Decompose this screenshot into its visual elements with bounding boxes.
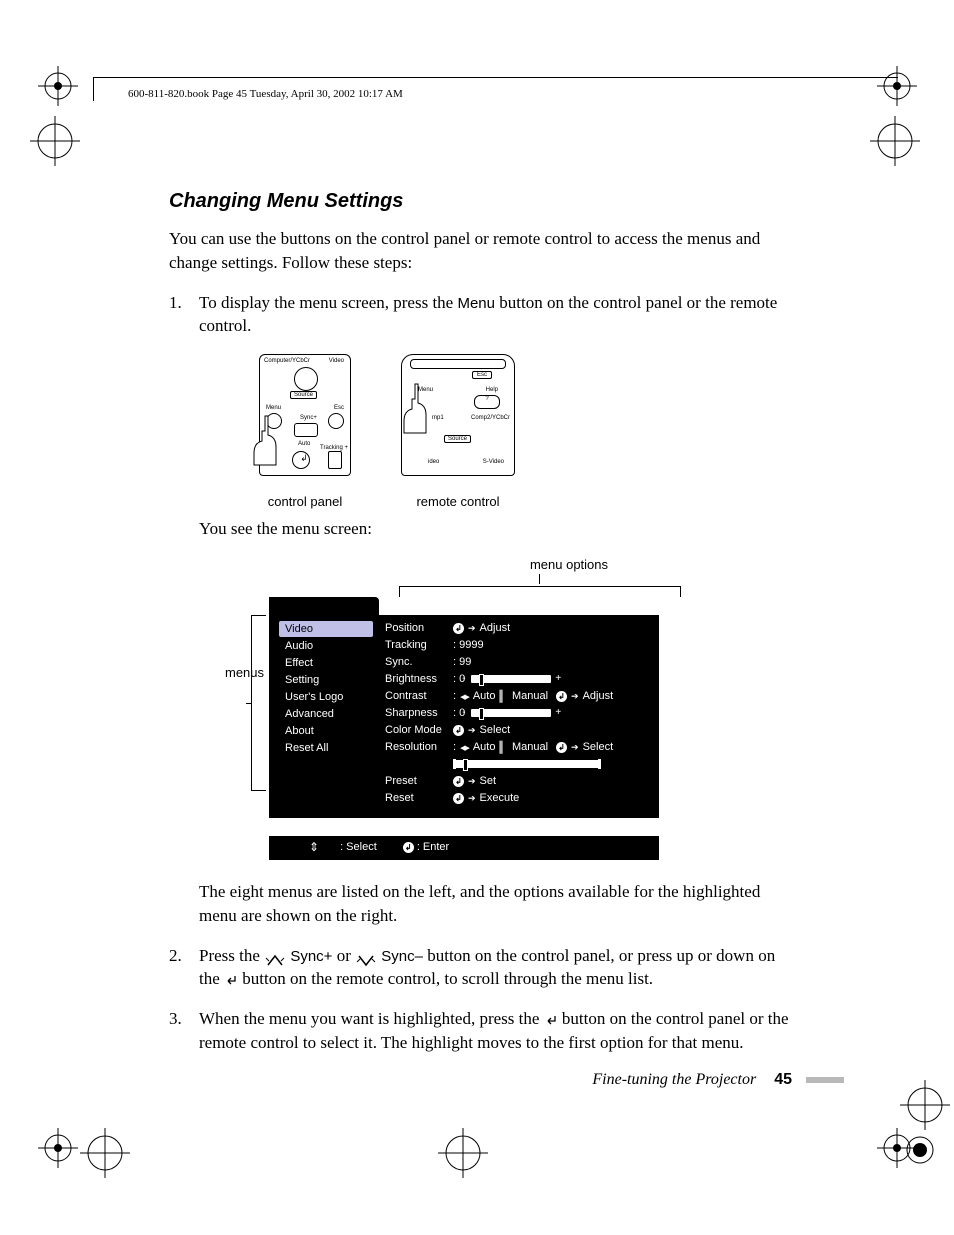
page-number: 45 xyxy=(774,1071,792,1088)
book-header: 600-811-820.book Page 45 Tuesday, April … xyxy=(128,88,403,100)
updown-icon xyxy=(309,840,322,854)
enter-icon xyxy=(556,742,567,753)
keystone-icon xyxy=(328,451,342,469)
page-footer: Fine-tuning the Projector 45 xyxy=(592,1071,844,1089)
sync-up-icon xyxy=(264,950,286,964)
crop-mark-icon xyxy=(38,66,78,106)
frame-line xyxy=(93,77,898,78)
menu-option-row: Preset Set xyxy=(385,774,649,789)
enter-icon xyxy=(556,691,567,702)
menu-option-row: Tracking: 9999 xyxy=(385,638,649,653)
you-see-text: You see the menu screen: xyxy=(199,517,789,541)
step-number: 3. xyxy=(169,1007,199,1055)
remote-control-figure: Esc Menu Help ? mp1 Comp2/YCbCr Source i… xyxy=(401,354,515,509)
step-1-text: To display the menu screen, press the Me… xyxy=(199,291,789,339)
menu-options-callout: menu options xyxy=(409,557,729,572)
paragraph-2: The eight menus are listed on the left, … xyxy=(199,880,789,928)
step-2-text: Press the Sync+ or Sync– button on the c… xyxy=(199,944,789,992)
control-panel-caption: control panel xyxy=(259,494,351,509)
menu-item: About xyxy=(279,723,373,739)
menu-option-row: Resolution:Auto ▍ Manual Select xyxy=(385,740,649,755)
enter-icon xyxy=(453,776,464,787)
menu-item: User's Logo xyxy=(279,689,373,705)
hand-pointer-icon xyxy=(398,381,432,437)
crop-mark-icon xyxy=(877,66,917,106)
step-3-text: When the menu you want is highlighted, p… xyxy=(199,1007,789,1055)
enter-icon xyxy=(453,623,464,634)
control-panel-figure: Computer/YCbCr Video Source Menu Esc Syn… xyxy=(259,354,351,509)
menu-item: Advanced xyxy=(279,706,373,722)
menu-item: Effect xyxy=(279,655,373,671)
crop-mark-icon xyxy=(438,1128,488,1178)
section-title: Changing Menu Settings xyxy=(169,190,789,213)
menu-item: Video xyxy=(279,621,373,637)
crop-mark-icon xyxy=(38,1128,78,1168)
menu-screen-figure: menus menu options VideoAudioEffectSetti… xyxy=(269,557,729,860)
remote-control-caption: remote control xyxy=(401,494,515,509)
enter-icon xyxy=(224,973,238,987)
enter-icon xyxy=(544,1013,558,1027)
crop-mark-icon xyxy=(900,1130,940,1170)
menu-item: Setting xyxy=(279,672,373,688)
crop-mark-icon xyxy=(80,1128,130,1178)
menu-item: Reset All xyxy=(279,740,373,756)
menu-option-row: Position Adjust xyxy=(385,621,649,636)
sync-down-icon xyxy=(355,950,377,964)
crop-mark-icon xyxy=(900,1080,950,1130)
osd-menu-screenshot: VideoAudioEffectSettingUser's LogoAdvanc… xyxy=(269,597,659,860)
menu-button-label: Menu xyxy=(457,295,495,312)
enter-icon xyxy=(403,842,414,853)
crop-mark-icon xyxy=(30,116,80,166)
hand-pointer-icon xyxy=(248,413,282,469)
menu-option-row: Sharpness: 0-+ xyxy=(385,706,649,721)
menu-option-row: Color Mode Select xyxy=(385,723,649,738)
enter-icon: ↲ xyxy=(292,451,310,469)
button-diagrams: Computer/YCbCr Video Source Menu Esc Syn… xyxy=(259,354,789,509)
menu-option-row: Reset Execute xyxy=(385,791,649,806)
step-number: 2. xyxy=(169,944,199,992)
frame-line xyxy=(93,77,94,101)
footer-rule xyxy=(806,1077,844,1083)
menu-item: Audio xyxy=(279,638,373,654)
enter-icon xyxy=(453,793,464,804)
crop-mark-icon xyxy=(870,116,920,166)
intro-paragraph: You can use the buttons on the control p… xyxy=(169,227,789,275)
enter-icon xyxy=(453,725,464,736)
menu-option-row: Sync.: 99 xyxy=(385,655,649,670)
chapter-title: Fine-tuning the Projector xyxy=(592,1071,756,1088)
menu-option-row: Brightness: 0-+ xyxy=(385,672,649,687)
menu-option-row: Contrast:Auto ▍ Manual Adjust xyxy=(385,689,649,704)
menu-option-row xyxy=(385,757,649,772)
step-number: 1. xyxy=(169,291,199,339)
